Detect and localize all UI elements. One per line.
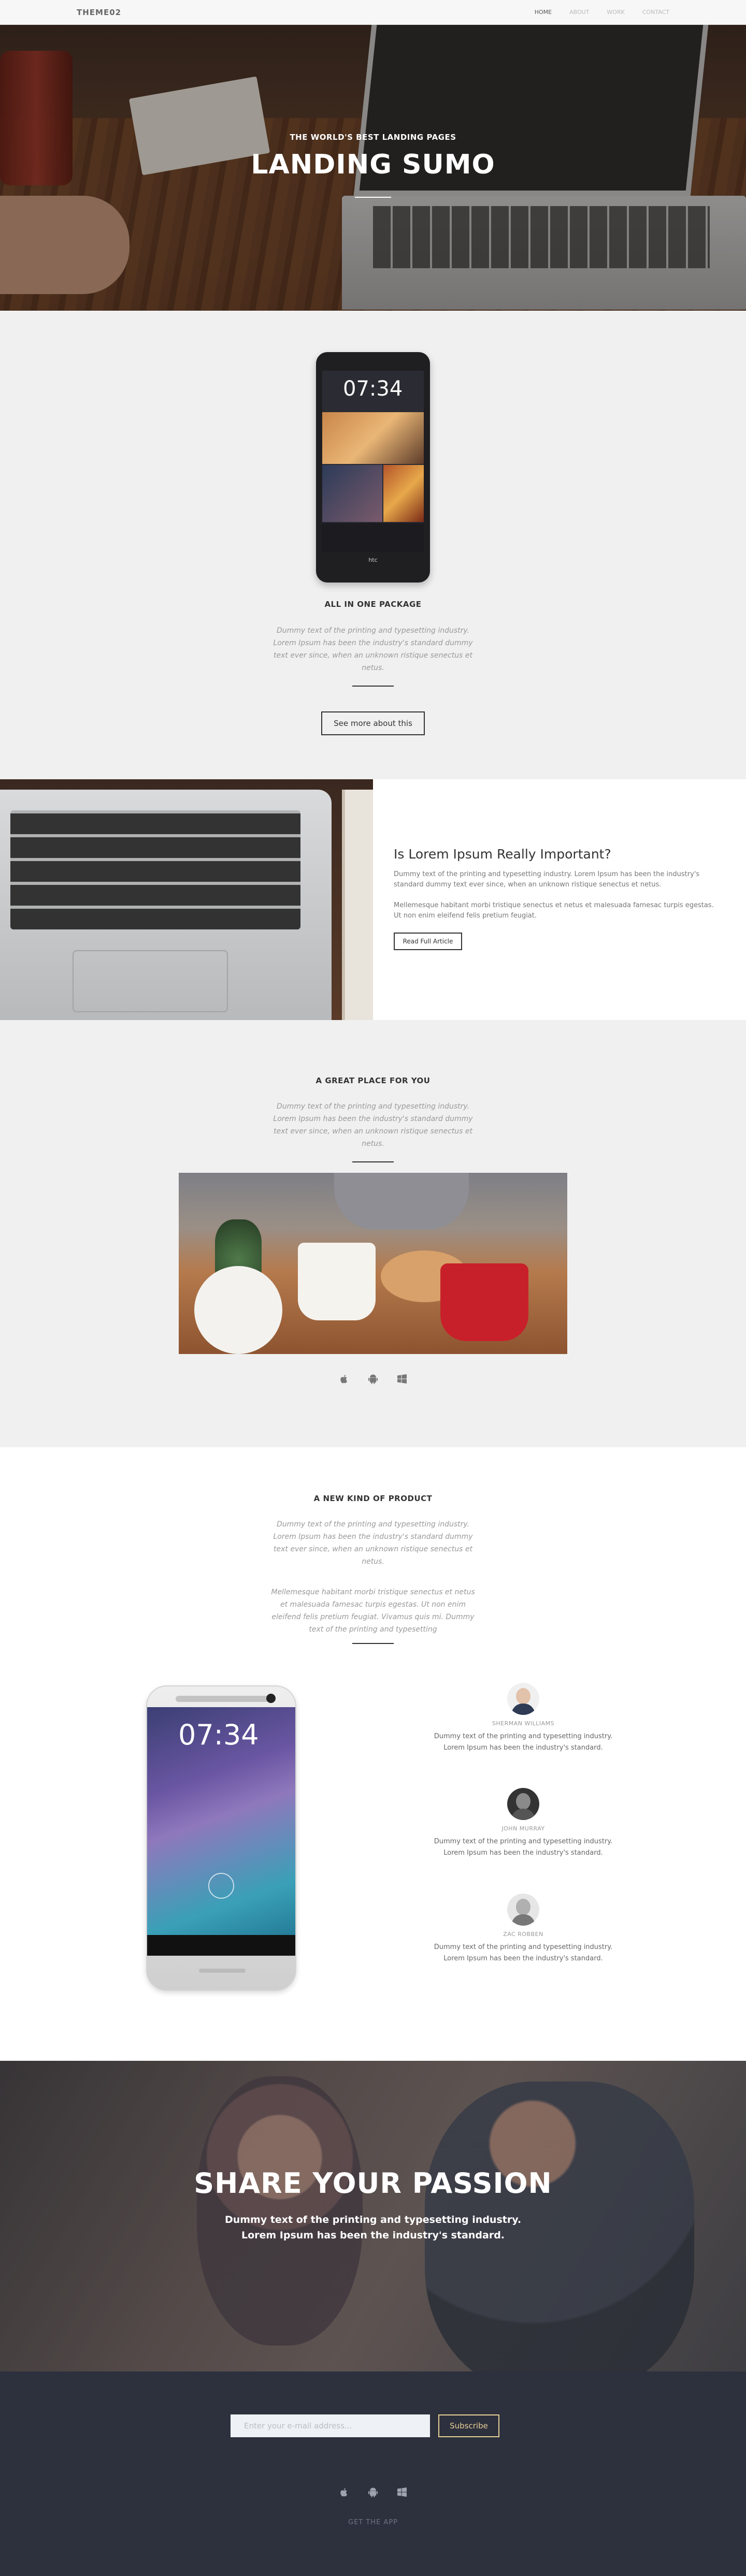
phone-speaker bbox=[176, 1696, 269, 1702]
passion-title: SHARE YOUR PASSION bbox=[194, 2167, 552, 2200]
hero-divider bbox=[355, 197, 391, 198]
passion-line-2: Lorem Ipsum has been the industry's stan… bbox=[241, 2230, 505, 2241]
avatar bbox=[507, 1788, 539, 1820]
package-text: Dummy text of the printing and typesetti… bbox=[273, 627, 473, 672]
avatar-body bbox=[511, 1809, 535, 1820]
android-icon[interactable] bbox=[367, 2486, 379, 2498]
product-section: A NEW KIND OF PRODUCT Dummy text of the … bbox=[0, 1447, 746, 2061]
phone-bottom-speaker bbox=[199, 1969, 246, 1973]
lock-icon bbox=[208, 1873, 234, 1899]
nav-item-home[interactable]: HOME bbox=[535, 9, 552, 16]
phone-brand: htc bbox=[368, 557, 378, 563]
team-member: JOHN MURRAY Dummy text of the printing a… bbox=[430, 1788, 616, 1859]
laptop-trackpad bbox=[73, 950, 228, 1012]
avatar-face bbox=[516, 1793, 530, 1810]
phone-tile bbox=[322, 465, 382, 522]
passion-text: Dummy text of the printing and typesetti… bbox=[0, 2212, 746, 2243]
package-divider bbox=[352, 686, 394, 687]
coffee-table-image bbox=[179, 1173, 567, 1354]
hero-kicker: THE WORLD'S BEST LANDING PAGES bbox=[290, 133, 456, 142]
avatar-body bbox=[511, 1704, 535, 1715]
team-member-desc: Dummy text of the printing and typesetti… bbox=[434, 1838, 613, 1857]
team-member: SHERMAN WILLIAMS Dummy text of the print… bbox=[430, 1683, 616, 1754]
phone-tile bbox=[322, 412, 424, 464]
article-paragraph-2: Mellemesque habitant morbi tristique sen… bbox=[394, 901, 714, 920]
subscribe-button[interactable]: Subscribe bbox=[438, 2414, 499, 2437]
phone-lockscreen: 07:34 bbox=[147, 1707, 295, 1956]
phone-dock bbox=[322, 523, 424, 552]
passion-section: SHARE YOUR PASSION Dummy text of the pri… bbox=[0, 2061, 746, 2371]
notebook-edge bbox=[342, 790, 373, 1020]
product-text-2: Mellemesque habitant morbi tristique sen… bbox=[271, 1588, 475, 1634]
great-place-text: Dummy text of the printing and typesetti… bbox=[273, 1102, 473, 1148]
read-full-article-button[interactable]: Read Full Article bbox=[394, 933, 462, 950]
phone-image: 07:34 htc bbox=[316, 352, 430, 583]
apple-icon[interactable] bbox=[338, 1373, 350, 1385]
avatar bbox=[507, 1894, 539, 1926]
product-title: A NEW KIND OF PRODUCT bbox=[313, 1494, 433, 1503]
phone-clock: 07:34 bbox=[178, 1719, 259, 1751]
team-member: ZAC ROBBEN Dummy text of the printing an… bbox=[430, 1894, 616, 1964]
get-the-app-label: GET THE APP bbox=[348, 2519, 398, 2526]
great-place-section: A GREAT PLACE FOR YOU Dummy text of the … bbox=[0, 1020, 746, 1447]
windows-icon[interactable] bbox=[396, 2486, 408, 2498]
footer-platform-icons bbox=[0, 2486, 746, 2498]
hero-section: THE WORLD'S BEST LANDING PAGES LANDING S… bbox=[0, 25, 746, 311]
photo-red-cup bbox=[440, 1263, 528, 1341]
brand-logo[interactable]: THEME02 bbox=[77, 8, 121, 17]
package-section: 07:34 htc ALL IN ONE PACKAGE Dummy text … bbox=[0, 311, 746, 779]
nav-item-about[interactable]: ABOUT bbox=[569, 9, 589, 16]
passion-line-1: Dummy text of the printing and typesetti… bbox=[224, 2214, 522, 2225]
nav-item-contact[interactable]: CONTACT bbox=[642, 9, 669, 16]
great-place-divider bbox=[352, 1161, 394, 1162]
avatar-face bbox=[516, 1899, 530, 1915]
package-title: ALL IN ONE PACKAGE bbox=[324, 600, 422, 609]
product-text-1: Dummy text of the printing and typesetti… bbox=[273, 1520, 473, 1566]
team-member-desc: Dummy text of the printing and typesetti… bbox=[434, 1943, 613, 1962]
article-title: Is Lorem Ipsum Really Important? bbox=[394, 847, 611, 862]
photo-white-cup bbox=[298, 1243, 376, 1320]
team-member-name: ZAC ROBBEN bbox=[503, 1931, 543, 1938]
android-icon[interactable] bbox=[367, 1373, 379, 1385]
product-divider bbox=[352, 1643, 394, 1644]
main-menu: HOME ABOUT WORK CONTACT bbox=[535, 9, 669, 16]
phone-nav-bar bbox=[147, 1935, 295, 1956]
team-member-desc: Dummy text of the printing and typesetti… bbox=[434, 1733, 613, 1752]
photo-arm bbox=[334, 1173, 469, 1230]
article-paragraph-1: Dummy text of the printing and typesetti… bbox=[394, 870, 700, 889]
nav-item-work[interactable]: WORK bbox=[607, 9, 624, 16]
footer: Subscribe GET THE APP bbox=[0, 2371, 746, 2576]
windows-icon[interactable] bbox=[396, 1373, 408, 1385]
avatar-body bbox=[511, 1914, 535, 1926]
phone-tile bbox=[383, 465, 424, 522]
great-place-title: A GREAT PLACE FOR YOU bbox=[315, 1076, 431, 1085]
top-navbar: THEME02 HOME ABOUT WORK CONTACT bbox=[0, 0, 746, 25]
see-more-button[interactable]: See more about this bbox=[321, 711, 425, 735]
email-input[interactable] bbox=[231, 2414, 430, 2437]
hero-title: LANDING SUMO bbox=[251, 149, 495, 180]
laptop-image bbox=[0, 779, 373, 1020]
apple-icon[interactable] bbox=[338, 2486, 350, 2498]
phone-camera bbox=[266, 1694, 276, 1703]
htc-phone-image: 07:34 bbox=[146, 1685, 296, 1991]
team-member-name: JOHN MURRAY bbox=[501, 1825, 545, 1832]
platform-icons bbox=[0, 1373, 746, 1385]
laptop-keyboard bbox=[10, 810, 300, 929]
phone-clock: 07:34 bbox=[343, 377, 403, 401]
avatar-face bbox=[516, 1688, 530, 1705]
phone-screen: 07:34 bbox=[322, 371, 424, 552]
team-member-name: SHERMAN WILLIAMS bbox=[492, 1720, 555, 1727]
photo-pot bbox=[194, 1266, 282, 1354]
avatar bbox=[507, 1683, 539, 1715]
article-section: Is Lorem Ipsum Really Important? Dummy t… bbox=[0, 779, 746, 1020]
